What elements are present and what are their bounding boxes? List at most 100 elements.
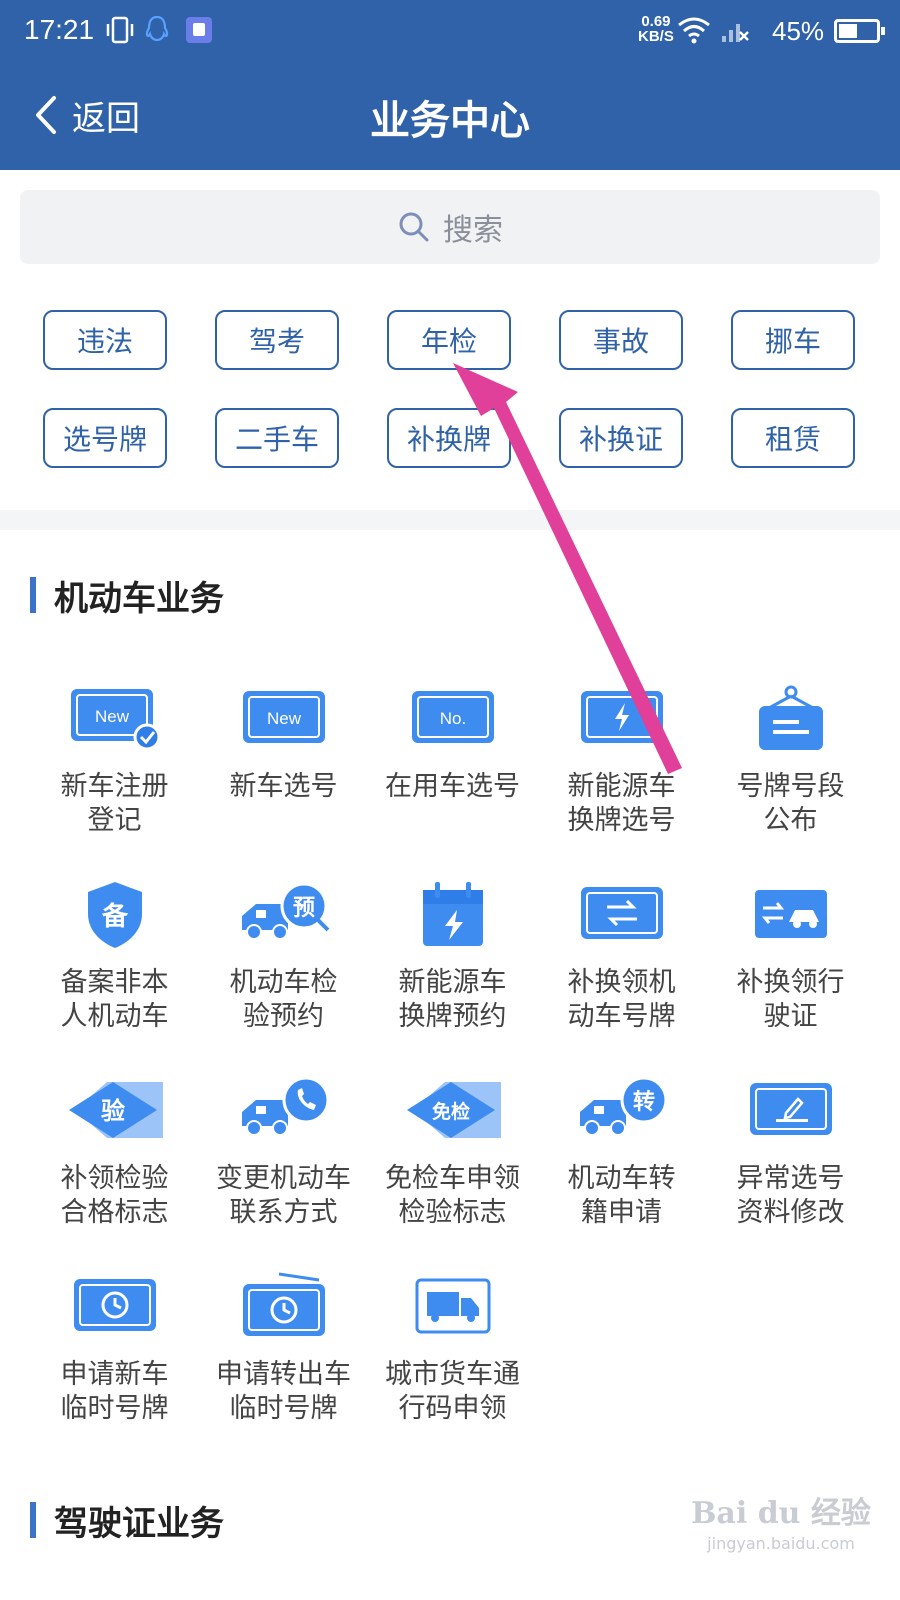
service-label: 补换领行 驶证 — [716, 966, 866, 1034]
service-item-plate-segment[interactable]: 号牌号段 公布 — [706, 680, 875, 854]
service-label: 在用车选号 — [378, 770, 528, 804]
service-label: 城市货车通 行码申领 — [378, 1358, 528, 1426]
qq-icon — [142, 14, 172, 46]
service-label: 变更机动车 联系方式 — [209, 1162, 359, 1230]
service-label: 新车注册 登记 — [40, 770, 190, 838]
service-label: 免检车申领 检验标志 — [378, 1162, 528, 1230]
calendar-energy-icon — [403, 876, 503, 952]
service-item-in-use-number[interactable]: No. 在用车选号 — [368, 680, 537, 854]
net-speed-unit: KB/S — [638, 28, 674, 45]
service-label-text: 补换领机 动车号牌 — [567, 967, 676, 1032]
svg-text:New: New — [94, 707, 129, 726]
service-item-new-car-registration[interactable]: New 新车注册 登记 — [30, 680, 199, 854]
section-accent-bar — [30, 1502, 36, 1538]
hanging-sign-icon — [741, 680, 841, 756]
vibrate-icon — [104, 14, 136, 46]
shield-icon: 备 — [65, 876, 165, 952]
service-label: 新车选号 — [209, 770, 359, 804]
service-label-text: 新能源车 换牌选号 — [567, 771, 676, 836]
section-divider — [0, 510, 900, 530]
svg-text:预: 预 — [292, 896, 314, 921]
license-exchange-icon — [741, 876, 841, 952]
service-label: 号牌号段 公布 — [716, 770, 866, 838]
service-label-text: 变更机动车 联系方式 — [216, 1163, 351, 1228]
service-item-replace-driving-license[interactable]: 补换领行 驶证 — [706, 876, 875, 1050]
service-label: 机动车检 验预约 — [209, 966, 359, 1034]
tag-accident[interactable]: 事故 — [559, 310, 683, 370]
energy-plate-icon — [572, 680, 672, 756]
tag-driving-test[interactable]: 驾考 — [215, 310, 339, 370]
tag-replace-license[interactable]: 补换证 — [559, 408, 683, 468]
service-label-text: 新能源车 换牌预约 — [398, 967, 507, 1032]
service-label: 机动车转 籍申请 — [547, 1162, 697, 1230]
service-item-new-car-number[interactable]: New 新车选号 — [199, 680, 368, 854]
tag-violation[interactable]: 违法 — [43, 310, 167, 370]
tag-rental[interactable]: 租赁 — [731, 408, 855, 468]
service-item-change-contact[interactable]: 变更机动车 联系方式 — [199, 1072, 368, 1246]
service-label: 异常选号 资料修改 — [716, 1162, 866, 1230]
service-item-abnormal-number-edit[interactable]: 异常选号 资料修改 — [706, 1072, 875, 1246]
service-label-text: 申请转出车 临时号牌 — [216, 1359, 351, 1424]
page-title: 业务中心 — [370, 98, 530, 144]
clock-plate-tilt-icon — [234, 1268, 334, 1344]
tag-replace-plate[interactable]: 补换牌 — [387, 408, 511, 468]
battery-icon — [834, 19, 885, 43]
signal-off-icon — [720, 14, 750, 46]
svg-text:备: 备 — [100, 902, 128, 932]
section-accent-bar — [30, 577, 36, 613]
service-item-inspection-mark[interactable]: 验 补领检验 合格标志 — [30, 1072, 199, 1246]
search-icon — [399, 212, 429, 242]
new-plate-check-icon: New — [65, 680, 165, 756]
service-label: 补换领机 动车号牌 — [547, 966, 697, 1034]
section-title-text: 驾驶证业务 — [54, 1503, 224, 1544]
truck-transfer-icon: 转 — [572, 1072, 672, 1148]
service-item-record-vehicle[interactable]: 备 备案非本 人机动车 — [30, 876, 199, 1050]
watermark-sub: jingyan.baidu.com — [707, 1534, 855, 1553]
wifi-icon — [676, 14, 712, 46]
service-item-new-car-temp-plate[interactable]: 申请新车 临时号牌 — [30, 1268, 199, 1442]
service-label-text: 号牌号段 公布 — [736, 771, 845, 836]
service-label-text: 免检车申领 检验标志 — [385, 1163, 520, 1228]
watermark-main: Bai du 经验 — [691, 1496, 871, 1531]
service-label-text: 机动车转 籍申请 — [567, 1163, 676, 1228]
quick-tag-list: 违法 驾考 年检 事故 挪车 选号牌 二手车 补换牌 补换证 租赁 — [43, 310, 857, 468]
clock-plate-icon — [65, 1268, 165, 1344]
service-label-text: 机动车检 验预约 — [229, 967, 338, 1032]
service-item-replace-plate[interactable]: 补换领机 动车号牌 — [537, 876, 706, 1050]
service-item-exempt-inspection-mark[interactable]: 免检 免检车申领 检验标志 — [368, 1072, 537, 1246]
service-item-transfer-registration[interactable]: 转 机动车转 籍申请 — [537, 1072, 706, 1246]
truck-phone-icon — [234, 1072, 334, 1148]
service-label: 申请新车 临时号牌 — [40, 1358, 190, 1426]
app-header: 17:21 0.69 KB/S 45% 返回 业务中心 — [0, 0, 900, 170]
search-input[interactable]: 搜索 — [20, 190, 880, 264]
store-icon — [184, 14, 214, 46]
service-label: 新能源车 换牌预约 — [378, 966, 528, 1034]
service-label: 备案非本 人机动车 — [40, 966, 190, 1034]
service-label-text: 在用车选号 — [385, 771, 520, 802]
service-label-text: 补换领行 驶证 — [736, 967, 845, 1032]
service-label-text: 新车选号 — [229, 771, 338, 802]
battery-percent: 45% — [772, 16, 825, 46]
service-label: 申请转出车 临时号牌 — [209, 1358, 359, 1426]
service-item-inspection-booking[interactable]: 预 机动车检 验预约 — [199, 876, 368, 1050]
net-speed-value: 0.69 — [641, 13, 671, 30]
service-label-text: 补领检验 合格标志 — [60, 1163, 169, 1228]
number-plate-icon: No. — [403, 680, 503, 756]
service-item-transfer-out-temp-plate[interactable]: 申请转出车 临时号牌 — [199, 1268, 368, 1442]
tag-move-car[interactable]: 挪车 — [731, 310, 855, 370]
service-item-energy-plate-number[interactable]: 新能源车 换牌选号 — [537, 680, 706, 854]
service-label: 新能源车 换牌选号 — [547, 770, 697, 838]
service-item-freight-pass[interactable]: 城市货车通 行码申领 — [368, 1268, 537, 1442]
diamond-tag-icon: 验 — [65, 1072, 165, 1148]
service-item-energy-plate-booking[interactable]: 新能源车 换牌预约 — [368, 876, 537, 1050]
svg-text:New: New — [266, 709, 301, 728]
vehicle-service-grid: New 新车注册 登记 New 新车选号 No. 在用车选号 新能源车 换牌选号… — [30, 680, 875, 1442]
tag-annual-inspection[interactable]: 年检 — [387, 310, 511, 370]
new-plate-icon: New — [234, 680, 334, 756]
svg-text:No.: No. — [439, 709, 465, 728]
status-time: 17:21 — [24, 14, 95, 45]
tag-select-plate[interactable]: 选号牌 — [43, 408, 167, 468]
search-placeholder: 搜索 — [443, 213, 503, 248]
watermark: Bai du 经验 jingyan.baidu.com — [676, 1488, 886, 1553]
tag-used-car[interactable]: 二手车 — [215, 408, 339, 468]
